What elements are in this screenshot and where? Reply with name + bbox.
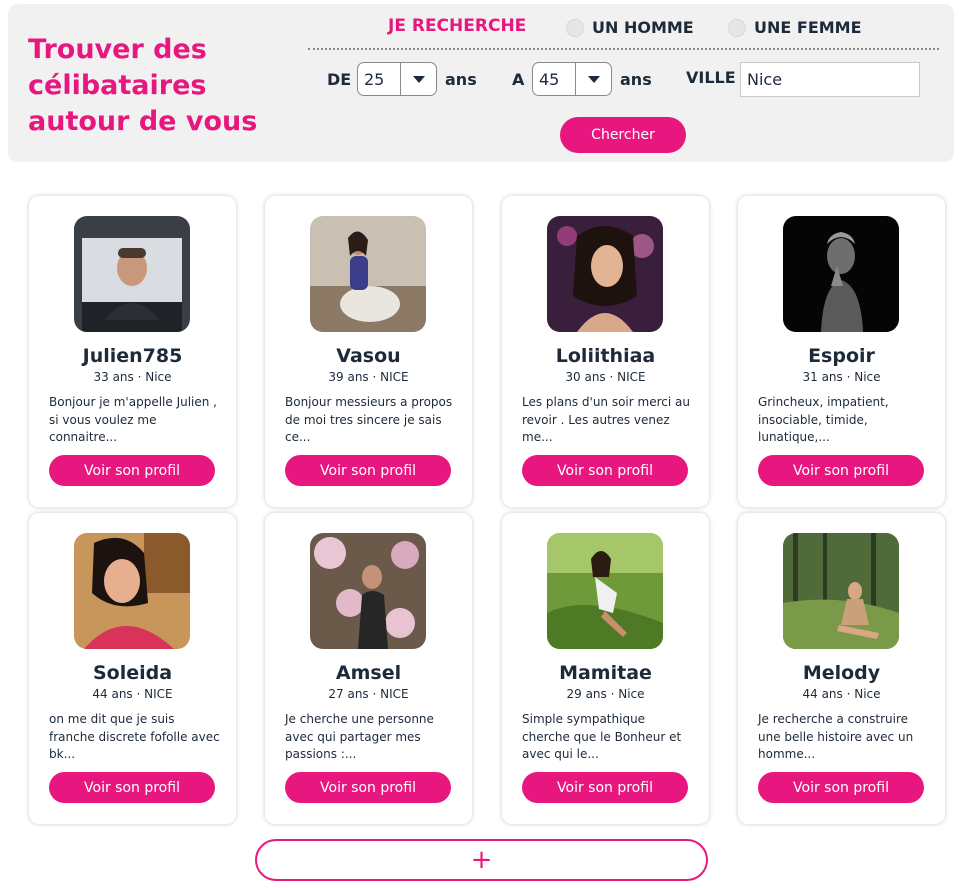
title-line-2: célibataires (28, 70, 207, 101)
view-profile-button[interactable]: Voir son profil (285, 772, 451, 803)
profile-bio: Je recherche a construire une belle hist… (758, 712, 914, 761)
title-line-3: autour de vous (28, 106, 258, 137)
profile-meta: 44 ans · Nice (802, 687, 881, 701)
view-profile-button[interactable]: Voir son profil (285, 455, 451, 486)
avatar[interactable] (74, 533, 190, 649)
profile-bio: on me dit que je suis franche discrete f… (49, 712, 220, 761)
avatar[interactable] (547, 533, 663, 649)
view-profile-button[interactable]: Voir son profil (522, 455, 688, 486)
age-to-value: 45 (539, 69, 560, 89)
profile-name: Vasou (336, 345, 401, 367)
profile-name: Espoir (808, 345, 875, 367)
age-to-label: A (512, 70, 525, 89)
profile-card: Espoir 31 ans · Nice Grincheux, impatien… (738, 196, 945, 507)
profile-name: Melody (802, 662, 881, 684)
city-input[interactable] (740, 62, 920, 97)
profile-meta: 30 ans · NICE (565, 370, 646, 384)
profile-card: Julien785 33 ans · Nice Bonjour je m'app… (29, 196, 236, 507)
gender-row: JE RECHERCHE UN HOMME UNE FEMME (308, 16, 939, 50)
radio-femme-label: UNE FEMME (754, 18, 862, 37)
radio-femme-dot[interactable] (728, 18, 746, 37)
profile-name: Soleida (92, 662, 173, 684)
profile-card: Loliithiaa 30 ans · NICE Les plans d'un … (502, 196, 709, 507)
avatar[interactable] (310, 533, 426, 649)
age-from-value: 25 (364, 69, 385, 89)
profile-name: Loliithiaa (555, 345, 656, 367)
city-label: VILLE (686, 68, 736, 87)
profile-name: Amsel (335, 662, 402, 684)
avatar[interactable] (310, 216, 426, 332)
profile-bio: Grincheux, impatient, insociable, timide… (758, 395, 889, 444)
profile-meta: 33 ans · Nice (93, 370, 172, 384)
radio-homme-label: UN HOMME (592, 18, 694, 37)
age-from-label: DE (327, 70, 352, 89)
search-button[interactable]: Chercher (560, 117, 686, 153)
age-from-select[interactable]: 25 (357, 62, 437, 96)
view-profile-button[interactable]: Voir son profil (49, 772, 215, 803)
profile-bio: Simple sympathique cherche que le Bonheu… (522, 712, 682, 761)
title-line-1: Trouver des (28, 34, 207, 65)
avatar[interactable] (783, 216, 899, 332)
avatar[interactable] (783, 533, 899, 649)
profile-card: Vasou 39 ans · NICE Bonjour messieurs a … (265, 196, 472, 507)
profile-bio: Bonjour messieurs a propos de moi tres s… (285, 395, 453, 444)
profile-meta: 39 ans · NICE (328, 370, 409, 384)
profile-meta: 27 ans · NICE (328, 687, 409, 701)
profile-name: Mamitae (559, 662, 652, 684)
chevron-down-icon[interactable] (401, 75, 436, 83)
view-profile-button[interactable]: Voir son profil (758, 772, 924, 803)
profile-meta: 29 ans · Nice (566, 687, 645, 701)
profile-card: Amsel 27 ans · NICE Je cherche une perso… (265, 513, 472, 824)
page-title: Trouver des célibataires autour de vous (28, 32, 298, 140)
load-more-button[interactable]: + (255, 839, 708, 881)
profile-bio: Je cherche une personne avec qui partage… (285, 712, 434, 761)
view-profile-button[interactable]: Voir son profil (522, 772, 688, 803)
profile-meta: 31 ans · Nice (802, 370, 881, 384)
view-profile-button[interactable]: Voir son profil (49, 455, 215, 486)
profile-card: Melody 44 ans · Nice Je recherche a cons… (738, 513, 945, 824)
profile-name: Julien785 (82, 345, 183, 367)
radio-homme[interactable]: UN HOMME (566, 18, 694, 37)
plus-icon: + (470, 845, 493, 875)
profile-bio: Bonjour je m'appelle Julien , si vous vo… (49, 395, 217, 444)
profile-card: Soleida 44 ans · NICE on me dit que je s… (29, 513, 236, 824)
chevron-down-icon[interactable] (576, 75, 611, 83)
radio-femme[interactable]: UNE FEMME (728, 18, 862, 37)
radio-homme-dot[interactable] (566, 18, 584, 37)
profile-meta: 44 ans · NICE (92, 687, 173, 701)
age-from-unit: ans (445, 70, 477, 89)
profile-card: Mamitae 29 ans · Nice Simple sympathique… (502, 513, 709, 824)
seek-label: JE RECHERCHE (388, 16, 527, 36)
age-to-unit: ans (620, 70, 652, 89)
profile-bio: Les plans d'un soir merci au revoir . Le… (522, 395, 690, 444)
view-profile-button[interactable]: Voir son profil (758, 455, 924, 486)
avatar[interactable] (74, 216, 190, 332)
avatar[interactable] (547, 216, 663, 332)
age-to-select[interactable]: 45 (532, 62, 612, 96)
